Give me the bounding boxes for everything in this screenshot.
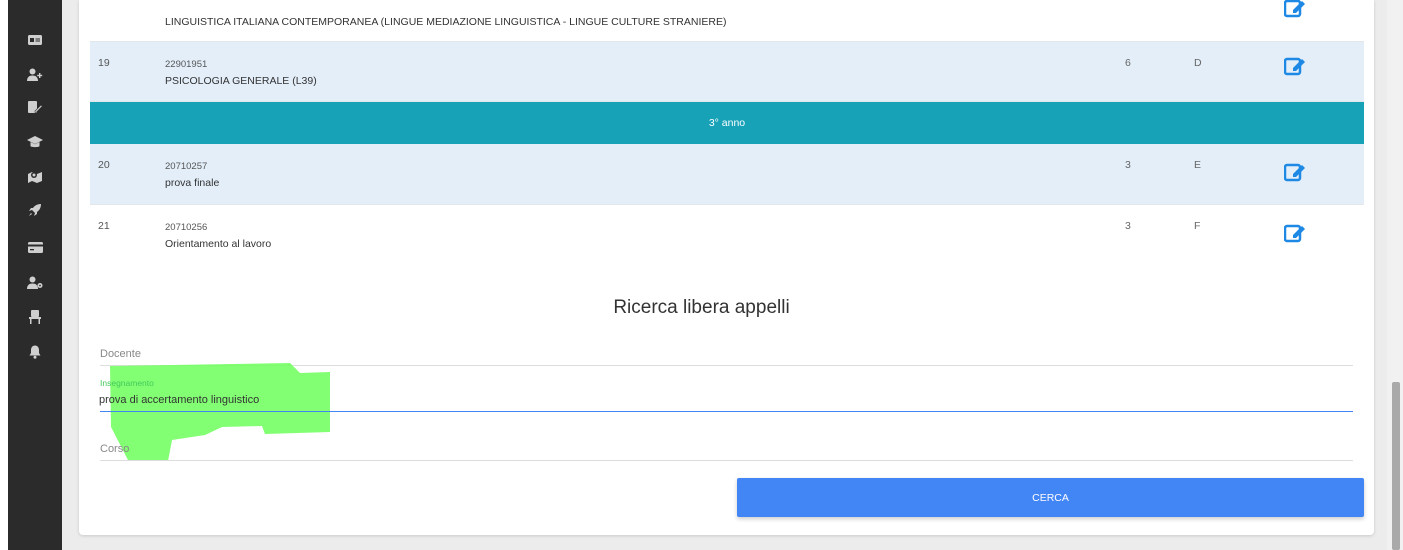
exam-cfu: 3 [1125, 159, 1131, 171]
edit-icon[interactable] [1284, 0, 1306, 18]
corso-underline [100, 460, 1353, 461]
map-location-icon[interactable] [27, 169, 43, 183]
exam-code: 20710257 [165, 161, 208, 172]
docente-input[interactable] [99, 345, 1353, 365]
exam-title: Orientamento al lavoro [165, 238, 272, 250]
edit-icon[interactable] [1284, 56, 1306, 76]
insegnamento-input[interactable] [99, 390, 1353, 410]
bell-icon[interactable] [27, 345, 43, 359]
user-plus-icon[interactable] [27, 67, 43, 81]
insegnamento-label: Insegnamento [100, 378, 154, 388]
file-edit-icon[interactable] [27, 100, 43, 114]
edit-icon[interactable] [1284, 162, 1306, 182]
row-number: 20 [98, 159, 110, 171]
year-header: 3° anno [90, 102, 1364, 144]
exam-title: PSICOLOGIA GENERALE (L39) [165, 75, 317, 87]
search-section-title: Ricerca libera appelli [613, 297, 790, 318]
exam-title: prova finale [165, 177, 220, 189]
corso-input[interactable] [99, 440, 1353, 460]
graduation-cap-icon[interactable] [27, 135, 43, 149]
row-number: 19 [98, 57, 110, 69]
year-label: 3° anno [708, 117, 746, 129]
exam-type: E [1194, 159, 1202, 171]
credit-card-icon[interactable] [27, 240, 43, 254]
table-row: 21 20710256 Orientamento al lavoro 3 F [90, 205, 1364, 265]
exam-type: F [1194, 220, 1201, 232]
rocket-icon[interactable] [27, 203, 43, 217]
table-row: 19 22901951 PSICOLOGIA GENERALE (L39) 6 … [90, 42, 1364, 102]
exam-type: D [1194, 57, 1202, 69]
insegnamento-underline [100, 411, 1353, 412]
left-edge [0, 0, 8, 550]
search-button[interactable]: CERCA [737, 478, 1364, 517]
table-row: 20 20710257 prova finale 3 E [90, 144, 1364, 205]
exam-code: 20710256 [165, 222, 208, 233]
row-number: 21 [98, 220, 110, 232]
exam-cfu: 6 [1125, 57, 1131, 69]
table-row: LINGUISTICA ITALIANA CONTEMPORANEA (LING… [90, 0, 1364, 42]
user-cog-icon[interactable] [27, 275, 43, 289]
scrollbar-thumb[interactable] [1392, 382, 1400, 550]
exam-title: LINGUISTICA ITALIANA CONTEMPORANEA (LING… [165, 16, 727, 28]
edit-icon[interactable] [1284, 223, 1306, 243]
sidebar [8, 0, 62, 550]
docente-underline [100, 365, 1353, 366]
search-button-label: CERCA [1032, 491, 1069, 504]
exam-code: 22901951 [165, 59, 208, 70]
id-card-icon[interactable] [27, 33, 43, 47]
exam-cfu: 3 [1125, 220, 1131, 232]
